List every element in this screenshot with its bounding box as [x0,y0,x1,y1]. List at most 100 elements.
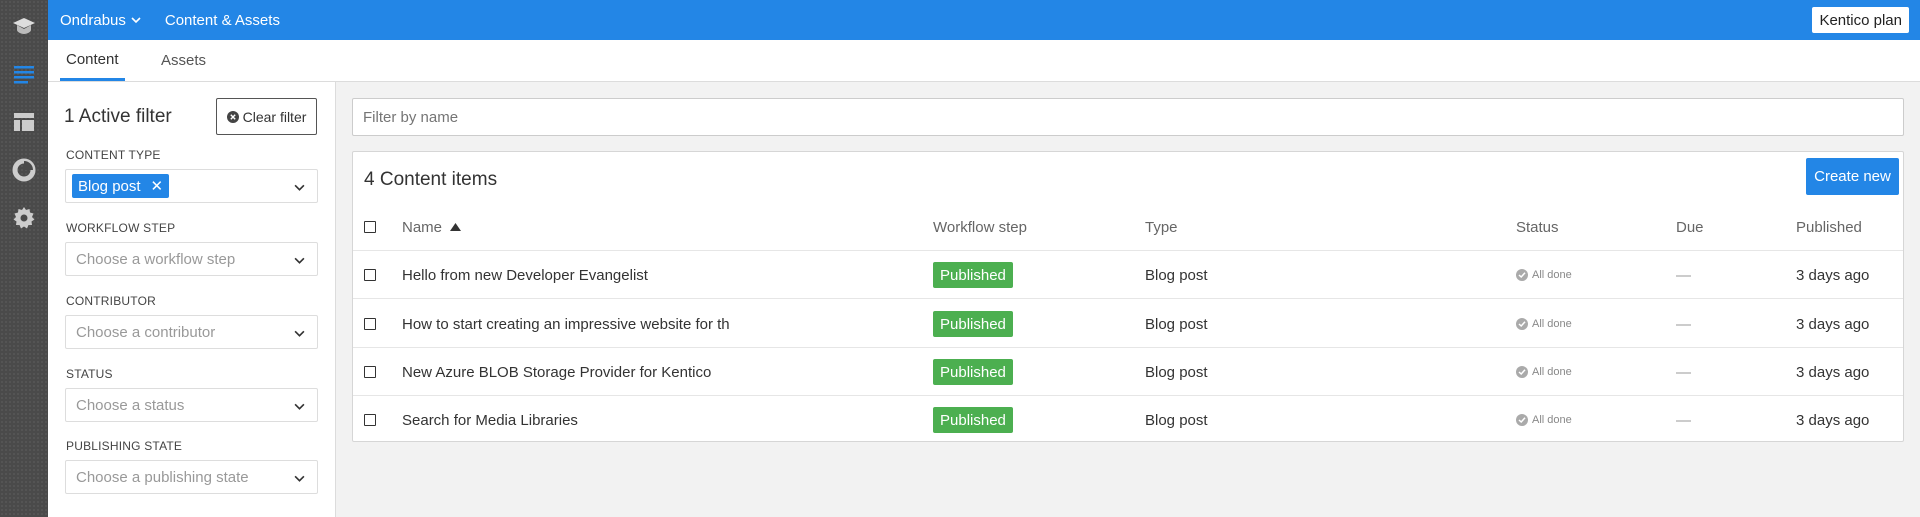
chevron-down-icon [294,403,305,410]
item-type: Blog post [1145,411,1208,429]
item-type: Blog post [1145,363,1208,381]
app-title[interactable]: Content & Assets [165,12,280,29]
column-header-name[interactable]: Name [402,203,462,251]
clear-filter-button[interactable]: Clear filter [216,98,317,135]
item-name[interactable]: New Azure BLOB Storage Provider for Kent… [402,348,711,396]
row-checkbox[interactable] [364,269,376,281]
item-type: Blog post [1145,266,1208,284]
tab-bar: Content Assets [48,40,1920,82]
row-checkbox[interactable] [364,414,376,426]
rail-item-project-overview[interactable] [0,2,48,50]
item-status: All done [1516,318,1572,330]
rail-item-content-models[interactable] [0,98,48,146]
graduation-cap-icon [13,18,35,34]
content-list-icon [14,66,34,84]
column-header-published: Published [1796,218,1862,236]
analytics-icon [12,158,36,182]
item-published: 3 days ago [1796,266,1870,284]
select-all-checkbox[interactable] [364,221,376,233]
item-published: 3 days ago [1796,411,1870,429]
clear-filter-label: Clear filter [242,108,307,125]
contributor-placeholder: Choose a contributor [76,323,216,341]
chevron-down-icon [294,475,305,482]
project-name: Ondrabus [60,11,126,29]
workflow-step-label: WORKFLOW STEP [66,221,176,235]
table-row[interactable]: Hello from new Developer Evangelist Publ… [353,251,1903,299]
column-header-status: Status [1516,218,1559,236]
tab-content[interactable]: Content [60,40,125,81]
chevron-down-icon [294,330,305,337]
item-type: Blog post [1145,315,1208,333]
chevron-down-icon [131,17,141,24]
top-bar: Ondrabus Content & Assets Kentico plan [48,0,1920,40]
gear-icon [13,207,35,229]
clear-circle-icon [226,110,239,123]
filter-panel: 1 Active filter Clear filter CONTENT TYP… [48,82,336,517]
workflow-badge: Published [933,407,1013,433]
workflow-step-select[interactable]: Choose a workflow step [65,242,318,276]
table-header: Name Workflow step Type Status Due Publi… [353,203,1903,251]
workflow-step-placeholder: Choose a workflow step [76,250,236,268]
item-published: 3 days ago [1796,363,1870,381]
active-filter-title: 1 Active filter [64,106,172,127]
column-name-label: Name [402,218,443,236]
check-circle-icon [1516,318,1528,330]
chevron-down-icon [294,184,305,191]
item-status-label: All done [1532,366,1572,378]
check-circle-icon [1516,414,1528,426]
item-due: — [1676,363,1691,381]
item-due: — [1676,266,1691,284]
item-status-label: All done [1532,318,1572,330]
status-select[interactable]: Choose a status [65,388,318,422]
filter-by-name-input[interactable] [352,98,1904,136]
check-circle-icon [1516,269,1528,281]
chip-label: Blog post [78,177,141,195]
workflow-badge: Published [933,359,1013,385]
content-type-select[interactable]: Blog post ✕ [65,169,318,203]
list-title: 4 Content items [364,169,498,190]
column-header-type: Type [1145,218,1178,236]
item-due: — [1676,411,1691,429]
layout-icon [14,113,34,131]
column-header-workflow: Workflow step [933,218,1027,236]
publishing-state-select[interactable]: Choose a publishing state [65,460,318,494]
rail-item-analytics[interactable] [0,146,48,194]
check-circle-icon [1516,366,1528,378]
column-header-due: Due [1676,218,1704,236]
plan-button[interactable]: Kentico plan [1812,7,1909,33]
table-row[interactable]: New Azure BLOB Storage Provider for Kent… [353,348,1903,396]
item-name[interactable]: Hello from new Developer Evangelist [402,251,648,299]
create-new-button[interactable]: Create new [1806,158,1899,195]
content-type-label: CONTENT TYPE [66,148,161,162]
publishing-state-label: PUBLISHING STATE [66,439,183,453]
item-status-label: All done [1532,414,1572,426]
item-name[interactable]: How to start creating an impressive webs… [402,300,730,348]
chevron-down-icon [294,257,305,264]
item-status: All done [1516,366,1572,378]
item-due: — [1676,315,1691,333]
sort-ascending-icon [450,223,462,231]
app-rail [0,0,48,517]
content-type-chip: Blog post ✕ [72,174,170,198]
contributor-select[interactable]: Choose a contributor [65,315,318,349]
publishing-state-placeholder: Choose a publishing state [76,468,249,486]
rail-item-content[interactable] [0,50,48,98]
project-switcher[interactable]: Ondrabus [60,12,141,29]
workflow-badge: Published [933,311,1013,337]
tab-assets[interactable]: Assets [161,40,206,81]
item-status: All done [1516,269,1572,281]
status-label: STATUS [66,367,113,381]
item-status: All done [1516,414,1572,426]
row-checkbox[interactable] [364,366,376,378]
content-items-list: 4 Content items Create new Name Workflow… [352,151,1904,442]
status-placeholder: Choose a status [76,396,185,414]
item-status-label: All done [1532,269,1572,281]
row-checkbox[interactable] [364,318,376,330]
contributor-label: CONTRIBUTOR [66,294,156,308]
item-name[interactable]: Search for Media Libraries [402,396,578,444]
table-row[interactable]: How to start creating an impressive webs… [353,300,1903,348]
workflow-badge: Published [933,262,1013,288]
rail-item-settings[interactable] [0,194,48,242]
remove-chip-icon[interactable]: ✕ [151,177,164,195]
table-row[interactable]: Search for Media Libraries Published Blo… [353,396,1903,444]
